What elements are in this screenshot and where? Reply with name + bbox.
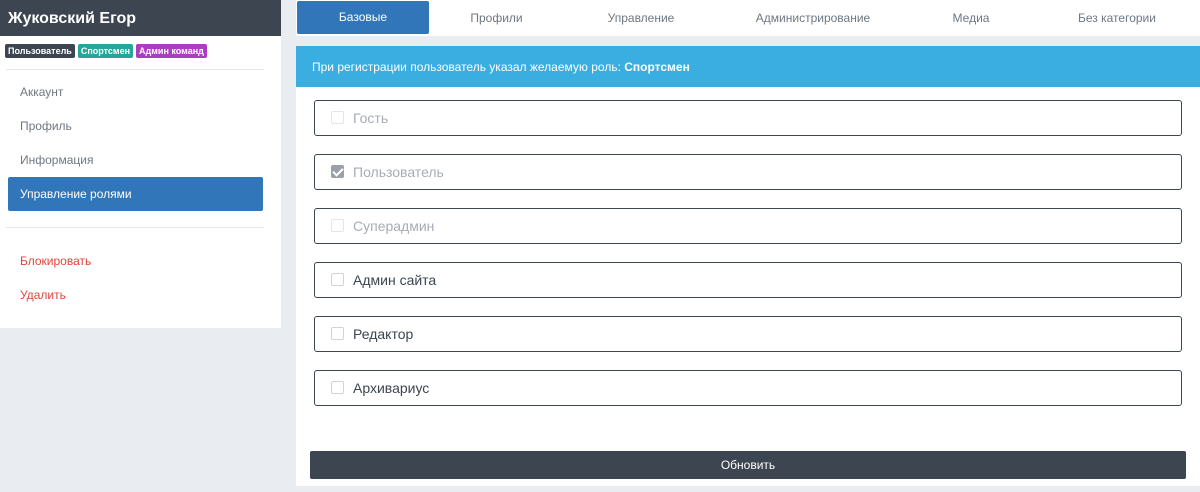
alert-text: При регистрации пользователь указал жела… <box>312 60 625 74</box>
badge-user: Пользователь <box>5 44 75 58</box>
role-option-superadmin: Суперадмин <box>314 208 1182 244</box>
delete-user-link[interactable]: Удалить <box>8 278 263 312</box>
role-label[interactable]: Админ сайта <box>353 263 436 298</box>
tab-uncategorized[interactable]: Без категории <box>1034 0 1200 36</box>
user-sidebar: Жуковский Егор Пользователь Спортсмен Ад… <box>0 0 281 328</box>
block-user-link[interactable]: Блокировать <box>8 244 263 278</box>
checkbox <box>331 111 344 124</box>
tab-administration[interactable]: Администрирование <box>718 0 908 36</box>
main-content: Базовые Профили Управление Администриров… <box>296 0 1200 492</box>
role-label[interactable]: Редактор <box>353 317 413 352</box>
role-option-user: Пользователь <box>314 154 1182 190</box>
update-button[interactable]: Обновить <box>310 451 1186 479</box>
role-option-editor[interactable]: Редактор <box>314 316 1182 352</box>
role-label[interactable]: Архивариус <box>353 371 429 406</box>
role-option-archivist[interactable]: Архивариус <box>314 370 1182 406</box>
checkbox[interactable] <box>331 327 344 340</box>
badge-athlete: Спортсмен <box>77 44 134 58</box>
sidebar-nav: Аккаунт Профиль Информация Управление ро… <box>0 75 281 211</box>
checkbox[interactable] <box>331 381 344 394</box>
sidebar-divider <box>6 69 264 70</box>
user-name-title: Жуковский Егор <box>0 0 281 36</box>
checkbox <box>331 219 344 232</box>
roles-panel: При регистрации пользователь указал жела… <box>296 46 1200 486</box>
sidebar-item-roles[interactable]: Управление ролями <box>8 177 263 211</box>
role-category-tabs: Базовые Профили Управление Администриров… <box>296 0 1200 36</box>
checkbox[interactable] <box>331 273 344 286</box>
role-option-guest: Гость <box>314 100 1182 136</box>
sidebar-item-info[interactable]: Информация <box>8 143 263 177</box>
role-label: Гость <box>353 110 389 126</box>
role-label: Пользователь <box>353 164 444 180</box>
alert-role: Спортсмен <box>624 60 690 74</box>
checkbox-checked <box>331 165 344 178</box>
role-badges: Пользователь Спортсмен Админ команд <box>0 36 281 63</box>
sidebar-divider <box>6 227 264 228</box>
role-option-site-admin[interactable]: Админ сайта <box>314 262 1182 298</box>
tab-media[interactable]: Медиа <box>908 0 1034 36</box>
desired-role-alert: При регистрации пользователь указал жела… <box>296 46 1200 87</box>
sidebar-actions: Блокировать Удалить <box>0 244 281 312</box>
tab-management[interactable]: Управление <box>564 0 718 36</box>
tab-basic[interactable]: Базовые <box>297 1 429 34</box>
badge-team-admin: Админ команд <box>136 44 207 58</box>
tab-profiles[interactable]: Профили <box>429 0 564 36</box>
sidebar-item-profile[interactable]: Профиль <box>8 109 263 143</box>
role-label: Суперадмин <box>353 218 435 234</box>
role-list: Гость Пользователь Суперадмин Админ сайт… <box>314 100 1182 424</box>
sidebar-item-account[interactable]: Аккаунт <box>8 75 263 109</box>
